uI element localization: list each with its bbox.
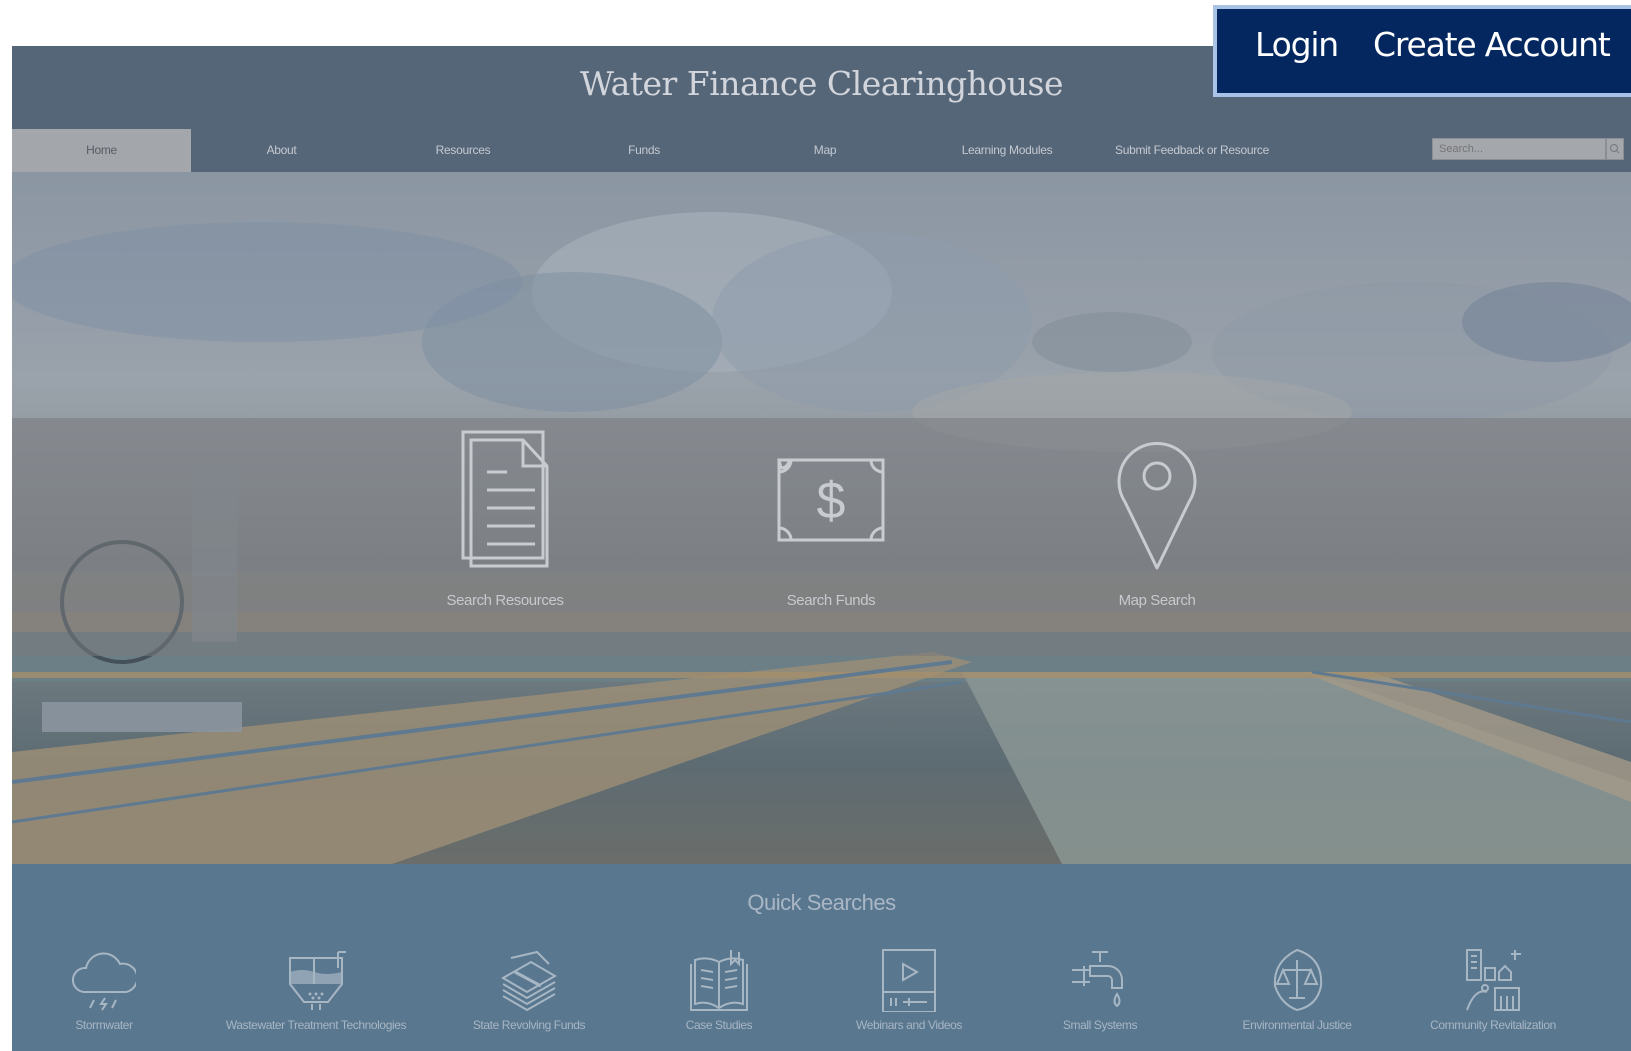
create-account-link[interactable]: Create Account [1373, 25, 1611, 64]
quick-search-label: Stormwater [75, 1018, 133, 1032]
hero-banner: Search Resources $ Search Funds Map Sear… [12, 172, 1631, 864]
quick-search-case-studies[interactable]: Case Studies [619, 948, 819, 1032]
map-pin-icon [1117, 442, 1197, 570]
quick-search-label: Webinars and Videos [855, 1018, 963, 1032]
login-link[interactable]: Login [1255, 25, 1339, 64]
map-search-card[interactable]: Map Search [1057, 430, 1257, 630]
city-buildings-icon [1466, 949, 1521, 1011]
treatment-tank-icon [289, 951, 346, 1010]
nav-item-learning-modules[interactable]: Learning Modules [916, 129, 1098, 172]
quick-search-stormwater[interactable]: Stormwater [12, 948, 204, 1032]
money-stack-icon [501, 950, 557, 1012]
quick-search-state-revolving-funds[interactable]: State Revolving Funds [429, 948, 629, 1032]
document-icon [461, 430, 549, 568]
magnifier-icon [1609, 143, 1620, 154]
quick-search-label: State Revolving Funds [472, 1018, 586, 1032]
quick-search-wastewater[interactable]: Wastewater Treatment Technologies [216, 948, 416, 1032]
search-button[interactable] [1606, 138, 1624, 160]
quick-search-label: Case Studies [685, 1018, 753, 1032]
rain-cloud-icon [72, 952, 136, 1011]
quick-search-environmental-justice[interactable]: Environmental Justice [1197, 948, 1397, 1032]
search-resources-label: Search Resources [446, 592, 564, 609]
quick-search-webinars[interactable]: Webinars and Videos [809, 948, 1009, 1032]
search-input[interactable] [1432, 138, 1606, 160]
scales-leaf-icon [1273, 948, 1323, 1012]
search-resources-card[interactable]: Search Resources [405, 430, 605, 630]
quick-searches-section: Quick Searches Stormwater Wastewater Tre… [12, 864, 1631, 1051]
video-player-icon [882, 949, 936, 1012]
quick-search-label: Small Systems [1062, 1018, 1138, 1032]
page-overlay: Water Finance Clearinghouse Home About R… [12, 46, 1631, 1051]
quick-search-label: Wastewater Treatment Technologies [225, 1018, 407, 1032]
nav-item-submit-feedback[interactable]: Submit Feedback or Resource [1098, 129, 1286, 172]
nav-item-about[interactable]: About [191, 129, 372, 172]
open-book-icon [690, 950, 748, 1011]
nav-item-funds[interactable]: Funds [554, 129, 734, 172]
dollar-bill-icon: $ [777, 458, 885, 542]
quick-search-community-revitalization[interactable]: Community Revitalization [1393, 948, 1593, 1032]
faucet-icon [1072, 951, 1123, 1008]
nav-item-resources[interactable]: Resources [372, 129, 554, 172]
svg-text:$: $ [817, 472, 846, 530]
map-search-label: Map Search [1118, 592, 1196, 609]
quick-search-label: Community Revitalization [1430, 1018, 1556, 1032]
search-funds-card[interactable]: $ Search Funds [731, 430, 931, 630]
nav-item-home[interactable]: Home [12, 129, 191, 172]
nav-item-map[interactable]: Map [734, 129, 916, 172]
search-funds-label: Search Funds [786, 592, 876, 609]
nav-search [1432, 138, 1624, 160]
quick-search-small-systems[interactable]: Small Systems [1000, 948, 1200, 1032]
main-nav: Home About Resources Funds Map Learning … [12, 129, 1631, 172]
auth-panel: Login Create Account [1213, 5, 1631, 97]
quick-search-label: Environmental Justice [1242, 1018, 1352, 1032]
quick-searches-title: Quick Searches [747, 890, 896, 915]
